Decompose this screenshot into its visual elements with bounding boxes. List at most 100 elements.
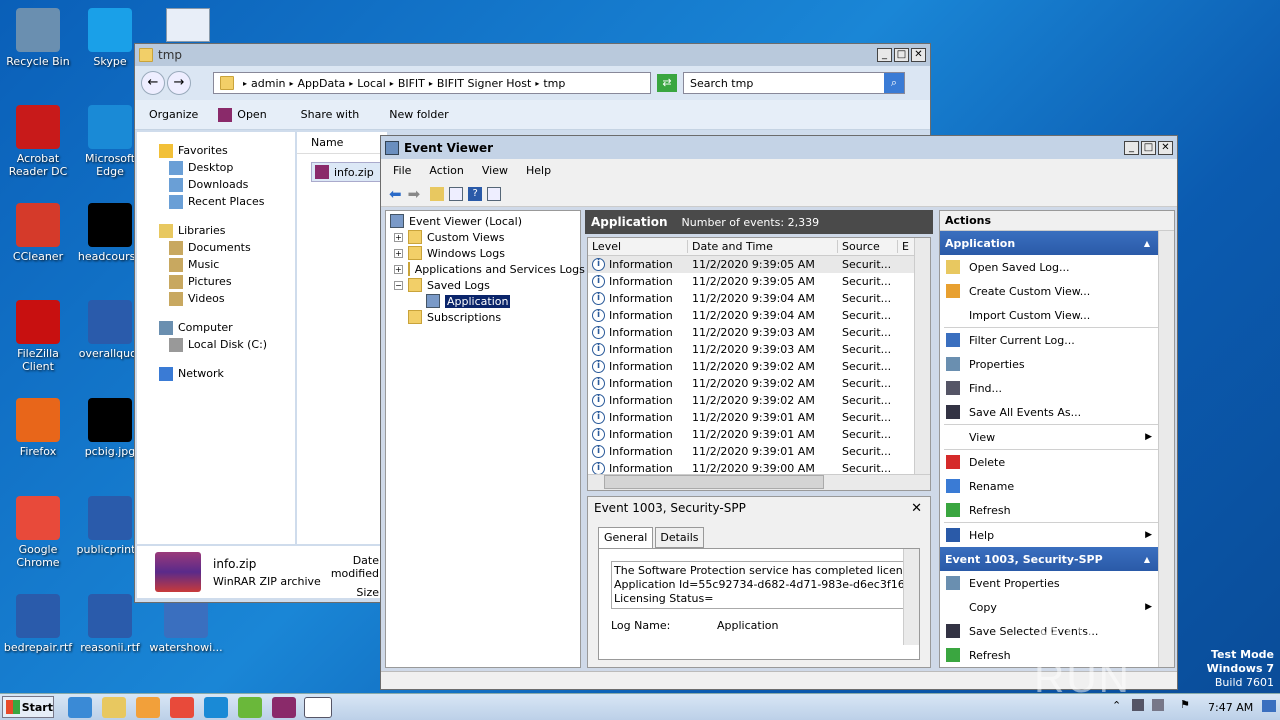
menu-help[interactable]: Help [526,164,551,177]
media-player-taskbar-icon[interactable] [136,697,160,718]
events-scrollbar[interactable] [914,238,930,474]
up-folder-icon[interactable] [430,186,445,201]
show-desktop-button[interactable] [1262,700,1276,712]
forward-arrow-icon[interactable]: ➡ [408,185,421,203]
tree-item[interactable]: + Applications and Services Logs [386,261,585,277]
tree-item-application[interactable]: Application [386,293,580,309]
breadcrumb-item[interactable]: AppData [298,77,346,90]
tab-general[interactable]: General [598,527,654,548]
refresh-icon[interactable]: ⇄ [657,74,677,92]
nav-library-item[interactable]: Videos [137,290,295,307]
minimize-button[interactable]: _ [877,48,892,62]
start-button[interactable]: Start [2,696,54,718]
events-list[interactable]: Level Date and Time Source E i Informatio… [587,237,931,491]
nav-library-item[interactable]: Pictures [137,273,295,290]
action-item[interactable]: Save All Events As... [940,400,1158,424]
breadcrumb[interactable]: ▸ admin ▸ AppData ▸ Local ▸ BIFIT ▸ BIFIT Signer … [213,72,651,94]
forward-button[interactable]: → [167,71,191,95]
breadcrumb-item[interactable]: BIFIT Signer Host [437,77,531,90]
event-row[interactable]: i Information 11/2/2020 9:39:04 AM Securit.… [588,307,930,324]
clock[interactable]: 7:47 AM [1208,701,1253,714]
action-item[interactable]: Find... [940,376,1158,400]
open-button[interactable]: Open [237,108,266,121]
action-item[interactable]: Rename [940,474,1158,498]
action-pane-icon[interactable] [487,186,502,201]
help-icon[interactable]: ? [468,186,483,201]
libraries[interactable]: Libraries [137,222,295,239]
file-info-zip[interactable]: info.zip [311,162,387,182]
tree-item[interactable]: − Saved Logs [386,277,580,293]
actions-scrollbar[interactable] [1158,231,1174,667]
desktop-icon[interactable]: Acrobat Reader DC [0,105,76,178]
winrar-taskbar-icon[interactable] [272,697,296,718]
tree-root[interactable]: Event Viewer (Local) [386,213,580,229]
close-detail-icon[interactable]: ✕ [911,501,922,516]
breadcrumb-item[interactable]: tmp [543,77,565,90]
favorites[interactable]: Favorites [137,142,295,159]
breadcrumb-item[interactable]: BIFIT [398,77,425,90]
menu-file[interactable]: File [393,164,411,177]
network-tray-icon[interactable] [1132,699,1144,711]
event-viewer-taskbar-icon[interactable] [304,697,332,718]
event-row[interactable]: i Information 11/2/2020 9:39:02 AM Securit.… [588,375,930,392]
detail-scrollbar[interactable] [903,549,919,645]
tree-item[interactable]: + Custom Views [386,229,580,245]
back-button[interactable]: ← [141,71,165,95]
action-item[interactable]: Properties [940,352,1158,376]
source-column-header[interactable]: Source [838,240,898,253]
nav-library-item[interactable]: Music [137,256,295,273]
menu-action[interactable]: Action [429,164,463,177]
search-icon[interactable]: ⌕ [884,73,904,93]
desktop-icon[interactable]: watershowi... [148,594,224,654]
close-button[interactable]: ✕ [1158,140,1173,155]
actions-section-application[interactable]: Application ▲ [940,231,1158,255]
desktop-icon[interactable]: reasonii.rtf [72,594,148,654]
tree-item[interactable]: + Windows Logs [386,245,580,261]
close-button[interactable]: ✕ [911,48,926,62]
event-row[interactable]: i Information 11/2/2020 9:39:05 AM Securit.… [588,273,930,290]
collapse-icon[interactable]: ▲ [1144,239,1150,248]
events-h-scrollbar[interactable] [588,474,930,490]
actions-section-event[interactable]: Event 1003, Security-SPP ▲ [940,547,1158,571]
nav-favorite-item[interactable]: Downloads [137,176,295,193]
action-item[interactable]: Delete [940,450,1158,474]
notepad-taskbar-icon[interactable] [238,697,262,718]
event-row[interactable]: i Information 11/2/2020 9:39:05 AM Securit.… [588,256,930,273]
share-with-button[interactable]: Share with [301,108,360,121]
word-document-icon[interactable] [166,8,210,42]
desktop-icon[interactable]: FileZilla Client [0,300,76,373]
breadcrumb-item[interactable]: admin [251,77,285,90]
e-column-header[interactable]: E [898,240,909,253]
date-column-header[interactable]: Date and Time [688,240,838,253]
event-row[interactable]: i Information 11/2/2020 9:39:04 AM Securit.… [588,290,930,307]
volume-tray-icon[interactable] [1152,699,1164,711]
action-item[interactable]: Event Properties [940,571,1158,595]
collapse-icon[interactable]: ▲ [1144,555,1150,564]
tree-item-subscriptions[interactable]: Subscriptions [386,309,580,325]
event-row[interactable]: i Information 11/2/2020 9:39:01 AM Securit.… [588,443,930,460]
network[interactable]: Network [137,365,295,382]
new-folder-button[interactable]: New folder [389,108,448,121]
expand-icon[interactable]: + [394,248,403,258]
name-column-header[interactable]: Name [297,132,387,154]
computer[interactable]: Computer [137,319,295,336]
event-row[interactable]: i Information 11/2/2020 9:39:01 AM Securit.… [588,426,930,443]
tab-details[interactable]: Details [655,527,704,548]
action-item[interactable]: Open Saved Log... [940,255,1158,279]
event-row[interactable]: i Information 11/2/2020 9:39:02 AM Securit.… [588,358,930,375]
expand-icon[interactable]: + [394,264,403,274]
minimize-button[interactable]: _ [1124,140,1139,155]
organize-button[interactable]: Organize [149,108,198,121]
maximize-button[interactable]: □ [894,48,909,62]
nav-library-item[interactable]: Documents [137,239,295,256]
action-item[interactable]: View ▶ [940,425,1158,449]
desktop-icon[interactable]: CCleaner [0,203,76,263]
action-item[interactable]: Help ▶ [940,523,1158,547]
menu-view[interactable]: View [482,164,508,177]
desktop-icon[interactable]: Recycle Bin [0,8,76,68]
nav-disk-item[interactable]: Local Disk (C:) [137,336,295,353]
expand-icon[interactable]: + [394,232,403,242]
ie-taskbar-icon[interactable] [68,697,92,718]
edge-taskbar-icon[interactable] [204,697,228,718]
desktop-icon[interactable]: Firefox [0,398,76,458]
